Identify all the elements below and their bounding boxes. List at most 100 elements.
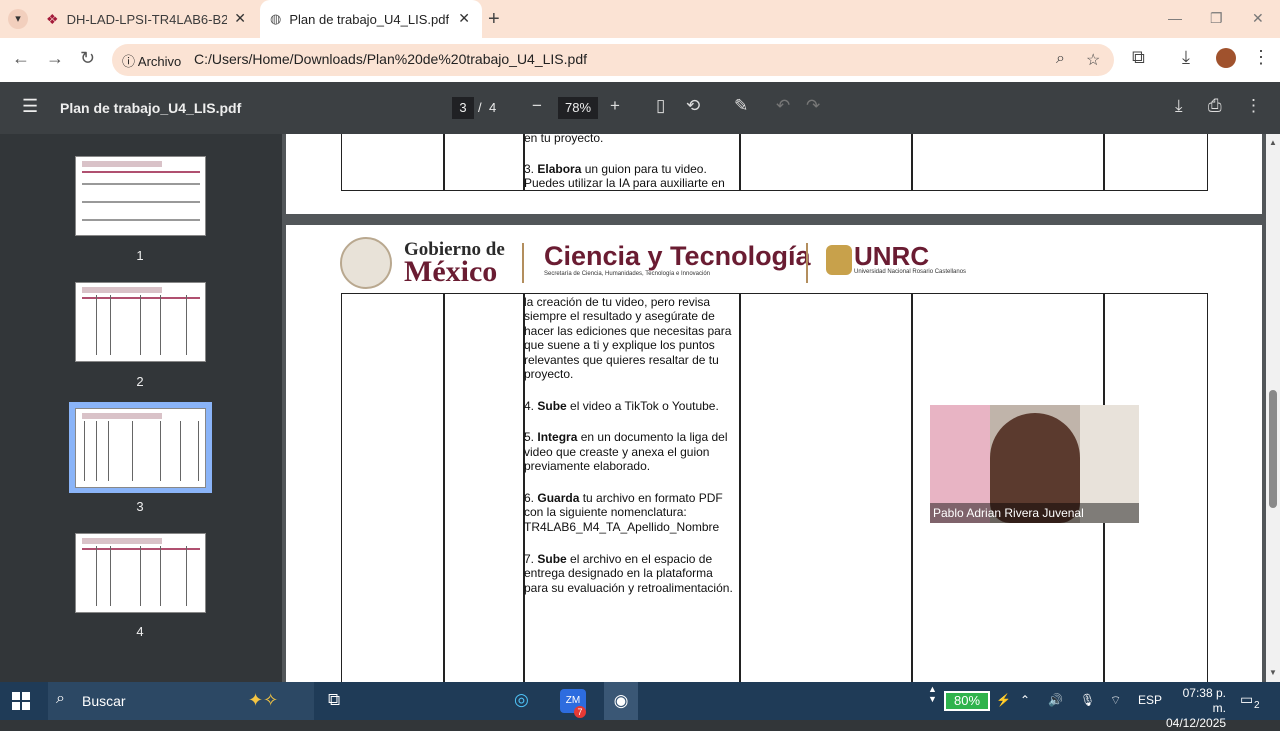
new-tab-button[interactable]: +	[488, 8, 500, 31]
doc-text: video que creaste y anexa el guion	[524, 445, 710, 459]
minimize-button[interactable]: —	[1168, 10, 1182, 26]
close-window-button[interactable]: ✕	[1252, 10, 1264, 27]
notification-icon[interactable]: ▭	[1240, 691, 1253, 708]
scroll-down-icon[interactable]: ▼	[1269, 668, 1277, 677]
unrc-logo-text: UNRC	[854, 241, 930, 271]
hamburger-icon[interactable]: ☰	[22, 96, 38, 117]
thumbnail-page-3[interactable]	[75, 408, 206, 488]
wifi-icon[interactable]: ⌔	[1110, 693, 1121, 708]
back-arrow-icon[interactable]: ←	[12, 48, 30, 69]
thumbnail-label: 3	[136, 499, 144, 514]
logo-divider	[806, 243, 808, 283]
star-icon[interactable]: ☆	[1086, 50, 1100, 70]
table-cell	[341, 293, 444, 682]
doc-text: para su evaluación y retroalimentación.	[524, 581, 733, 595]
zoom-badge: 7	[574, 706, 586, 718]
chip-label: Archivo	[137, 54, 182, 69]
chevron-up-icon[interactable]: ⌃	[1020, 693, 1030, 707]
search-label: Buscar	[82, 693, 126, 709]
table-cell	[740, 134, 912, 191]
pdf-filename: Plan de trabajo_U4_LIS.pdf	[60, 100, 242, 116]
doc-step: 7. Sube el archivo en el espacio de	[524, 552, 713, 566]
omnibox[interactable]: ⓘ Archivo C:/Users/Home/Downloads/Plan%2…	[112, 44, 1114, 76]
doc-text: siempre el resultado y asegúrate de	[524, 309, 715, 323]
table-cell	[740, 293, 912, 682]
thumbnail-page-1[interactable]	[75, 156, 206, 236]
url-text[interactable]: C:/Users/Home/Downloads/Plan%20de%20trab…	[194, 51, 587, 67]
download-icon[interactable]: ⤓	[1182, 47, 1190, 68]
tab-title: Plan de trabajo_U4_LIS.pdf	[289, 11, 450, 27]
globe-icon: ◍	[270, 11, 282, 26]
annotate-icon[interactable]: ✎	[734, 96, 748, 116]
power-plug-icon: ⚡	[996, 693, 1011, 707]
forward-arrow-icon[interactable]: →	[46, 48, 64, 69]
print-icon[interactable]: ⎙	[1208, 96, 1222, 116]
cyt-logo-text: Ciencia y Tecnología	[544, 241, 811, 271]
close-icon[interactable]: ✕	[234, 10, 246, 27]
zoom-out-icon[interactable]: −	[532, 96, 542, 116]
doc-text: proyecto.	[524, 367, 574, 381]
scroll-thumb[interactable]	[1269, 390, 1277, 508]
taskbar-search[interactable]: ⌕ Buscar ✦✧	[48, 682, 314, 720]
table-cell	[1104, 134, 1208, 191]
more-icon[interactable]: ⋮	[1245, 96, 1262, 116]
scrollbar[interactable]: ▲ ▼	[1266, 134, 1280, 682]
doc-text: la creación de tu video, pero revisa	[524, 295, 711, 309]
mexico-seal-logo	[340, 237, 392, 289]
avatar[interactable]	[1216, 48, 1236, 68]
language-indicator[interactable]: ESP	[1138, 693, 1162, 707]
tab-title: DH-LAD-LPSI-TR4LAB6-B2-O-2	[66, 11, 227, 27]
doc-text: Puedes utilizar la IA para auxiliarte en	[524, 176, 725, 190]
scroll-up-icon[interactable]: ▲	[1269, 138, 1277, 147]
restore-button[interactable]: ❐	[1210, 10, 1223, 27]
chrome-icon[interactable]: ◉	[604, 682, 638, 720]
tab-course[interactable]: ❖ DH-LAD-LPSI-TR4LAB6-B2-O-2 ✕	[38, 0, 258, 38]
doc-step: 4. Sube el video a TikTok o Youtube.	[524, 399, 719, 413]
microphone-icon[interactable]: 🎙	[1080, 693, 1095, 707]
redo-icon[interactable]: ↷	[806, 96, 820, 116]
clock[interactable]: 07:38 p. m. 04/12/2025	[1166, 686, 1226, 731]
battery-indicator[interactable]: 80%	[944, 691, 990, 711]
doc-step: 5. Integra en un documento la liga del	[524, 430, 728, 444]
tray-expand-icon[interactable]: ▲ ▼	[928, 684, 937, 704]
app-icon[interactable]: ◎	[514, 690, 529, 710]
download-icon[interactable]: ⤓	[1175, 96, 1183, 116]
close-icon[interactable]: ✕	[458, 10, 470, 27]
extensions-icon[interactable]: ⧉	[1132, 47, 1145, 68]
info-chip[interactable]: ⓘ Archivo	[122, 51, 181, 70]
grad-cap-icon: ❖	[46, 10, 59, 27]
unrc-logo-icon	[826, 245, 852, 275]
taskbar: ⌕ Buscar ✦✧ ⧉ ◎ ZM 7 ◉ ▲ ▼ 80% ⚡ ⌃ 🔊 🎙 ⌔ …	[0, 682, 1280, 730]
doc-text: TR4LAB6_M4_TA_Apellido_Nombre	[524, 520, 720, 534]
clock-time: 07:38 p. m.	[1182, 686, 1226, 715]
tab-pdf[interactable]: ◍ Plan de trabajo_U4_LIS.pdf ✕	[260, 0, 482, 38]
notification-count: 2	[1254, 700, 1260, 711]
table-cell	[444, 134, 524, 191]
video-call-overlay[interactable]: Pablo Adrian Rivera Juvenal	[930, 405, 1139, 523]
zoom-input[interactable]: 78%	[558, 97, 598, 119]
pdf-toolbar: ☰ Plan de trabajo_U4_LIS.pdf 3 / 4 − 78%…	[0, 82, 1280, 134]
zoom-lens-icon[interactable]: ⌕	[1056, 50, 1065, 68]
doc-text: que suene a ti y explique los puntos	[524, 338, 715, 352]
doc-text: hacer las ediciones que necesitas para	[524, 324, 732, 338]
doc-text: en tu proyecto.	[524, 134, 604, 145]
page-input[interactable]: 3	[452, 97, 474, 119]
tab-search-button[interactable]: ▾	[8, 9, 28, 29]
menu-dots-icon[interactable]: ⋮	[1252, 47, 1270, 68]
volume-icon[interactable]: 🔊	[1048, 693, 1063, 707]
fit-page-icon[interactable]: ▯	[656, 96, 665, 116]
mexico-logo-text: México	[404, 255, 498, 288]
task-view-icon[interactable]: ⧉	[328, 690, 340, 710]
windows-start-icon[interactable]	[12, 692, 30, 710]
reload-icon[interactable]: ↻	[80, 48, 95, 69]
doc-step: 3. Elabora un guion para tu video.	[524, 162, 707, 176]
thumbnail-label: 4	[136, 624, 144, 639]
undo-icon[interactable]: ↶	[776, 96, 790, 116]
thumbnail-page-2[interactable]	[75, 282, 206, 362]
thumbnail-sidebar: 1 2 3 4	[0, 134, 282, 682]
thumbnail-page-4[interactable]	[75, 533, 206, 613]
zoom-in-icon[interactable]: +	[610, 96, 620, 116]
doc-text: con la siguiente nomenclatura:	[524, 505, 687, 519]
search-icon: ⌕	[56, 690, 65, 707]
rotate-icon[interactable]: ⟲	[686, 96, 700, 116]
